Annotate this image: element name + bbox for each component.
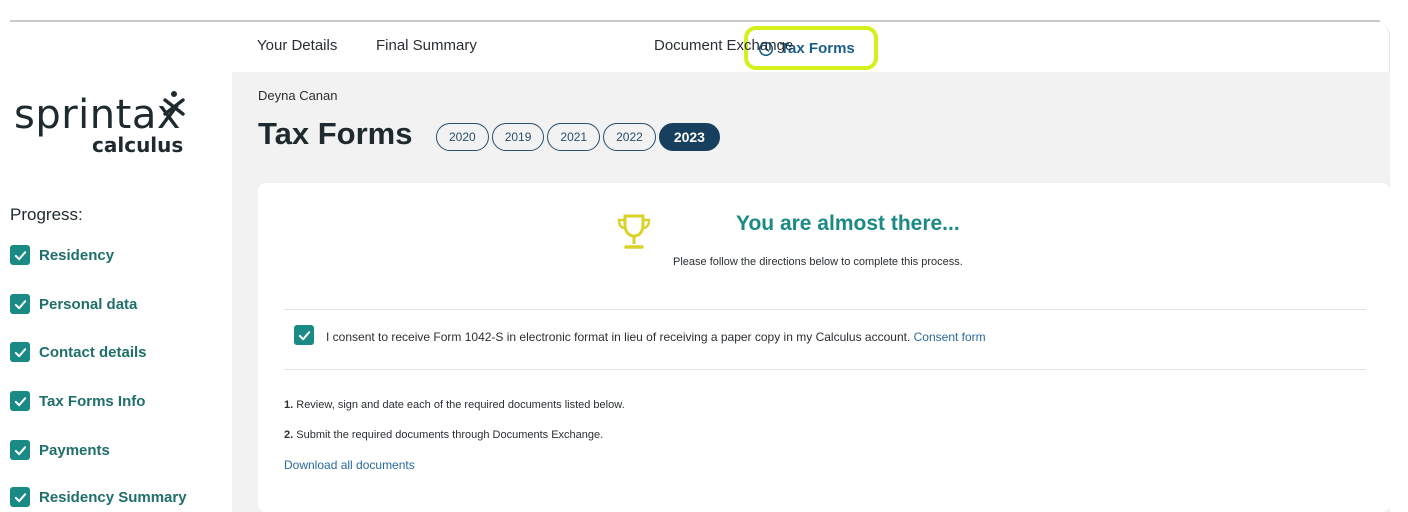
year-pill-2021[interactable]: 2021 bbox=[547, 123, 601, 151]
download-all-link[interactable]: Download all documents bbox=[284, 458, 415, 472]
checkbox-checked-icon bbox=[10, 440, 30, 460]
user-name: Deyna Canan bbox=[258, 88, 338, 103]
divider bbox=[284, 309, 1366, 310]
year-pill-2023-active[interactable]: 2023 bbox=[658, 123, 720, 151]
tab-final-summary[interactable]: Final Summary bbox=[376, 37, 477, 54]
year-pill-2022[interactable]: 2022 bbox=[603, 123, 656, 151]
progress-item-label: Payments bbox=[39, 441, 110, 459]
consent-checkbox[interactable] bbox=[294, 325, 314, 345]
progress-item-residency-summary[interactable]: Residency Summary bbox=[10, 486, 187, 508]
progress-item-personal-data[interactable]: Personal data bbox=[10, 293, 137, 315]
step-number: 1. bbox=[284, 399, 294, 411]
consent-form-link[interactable]: Consent form bbox=[914, 330, 986, 344]
step-text: Submit the required documents through Do… bbox=[296, 429, 604, 441]
page-title: Tax Forms bbox=[258, 116, 413, 151]
progress-item-payments[interactable]: Payments bbox=[10, 439, 110, 461]
checkbox-checked-icon bbox=[10, 342, 30, 362]
progress-title: Progress: bbox=[10, 205, 83, 224]
main-content: Deyna Canan Tax Forms 2020 2019 2021 202… bbox=[232, 72, 1390, 512]
checkbox-checked-icon bbox=[10, 391, 30, 411]
divider bbox=[284, 369, 1366, 370]
year-selector: 2020 2019 2021 2022 2023 bbox=[436, 123, 723, 151]
year-pill-2019[interactable]: 2019 bbox=[491, 123, 545, 151]
step-text: Review, sign and date each of the requir… bbox=[296, 399, 625, 411]
instruction-step-1: 1. Review, sign and date each of the req… bbox=[284, 399, 625, 411]
checkmark-icon bbox=[298, 330, 310, 340]
sprintax-logo[interactable]: sprintax calculus bbox=[14, 91, 204, 182]
directions-subtitle: Please follow the directions below to co… bbox=[673, 256, 963, 268]
consent-text: I consent to receive Form 1042-S in elec… bbox=[326, 330, 911, 344]
logo-wordmark: sprintax bbox=[14, 92, 182, 138]
progress-item-label: Residency bbox=[39, 246, 115, 264]
checkbox-checked-icon bbox=[10, 487, 30, 507]
almost-there-heading: You are almost there... bbox=[736, 212, 960, 235]
logo-subtitle: calculus bbox=[92, 133, 184, 157]
progress-item-label: Personal data bbox=[39, 295, 138, 313]
checkbox-checked-icon bbox=[10, 294, 30, 314]
step-number: 2. bbox=[284, 429, 294, 441]
app-window: sprintax calculus Progress: Residency Pe… bbox=[0, 0, 1408, 512]
tab-your-details[interactable]: Your Details bbox=[257, 37, 337, 54]
progress-item-residency[interactable]: Residency bbox=[10, 244, 114, 266]
progress-item-contact-details[interactable]: Contact details bbox=[10, 341, 147, 363]
year-pill-2020[interactable]: 2020 bbox=[436, 123, 489, 151]
sidebar: sprintax calculus Progress: Residency Pe… bbox=[0, 22, 232, 512]
instruction-step-2: 2. Submit the required documents through… bbox=[284, 429, 603, 441]
progress-item-tax-forms-info[interactable]: Tax Forms Info bbox=[10, 390, 145, 412]
progress-item-label: Tax Forms Info bbox=[39, 392, 146, 410]
tab-document-exchange[interactable]: Document Exchange bbox=[654, 37, 793, 54]
progress-item-label: Contact details bbox=[39, 343, 147, 361]
tax-forms-card: You are almost there... Please follow th… bbox=[258, 183, 1390, 512]
consent-statement: I consent to receive Form 1042-S in elec… bbox=[326, 330, 986, 344]
trophy-icon bbox=[617, 214, 651, 249]
checkbox-checked-icon bbox=[10, 245, 30, 265]
logo-x-mark-icon bbox=[163, 91, 185, 116]
progress-item-label: Residency Summary bbox=[39, 488, 187, 506]
top-nav: Your Details Final Summary Tax Forms Doc… bbox=[232, 22, 1390, 72]
